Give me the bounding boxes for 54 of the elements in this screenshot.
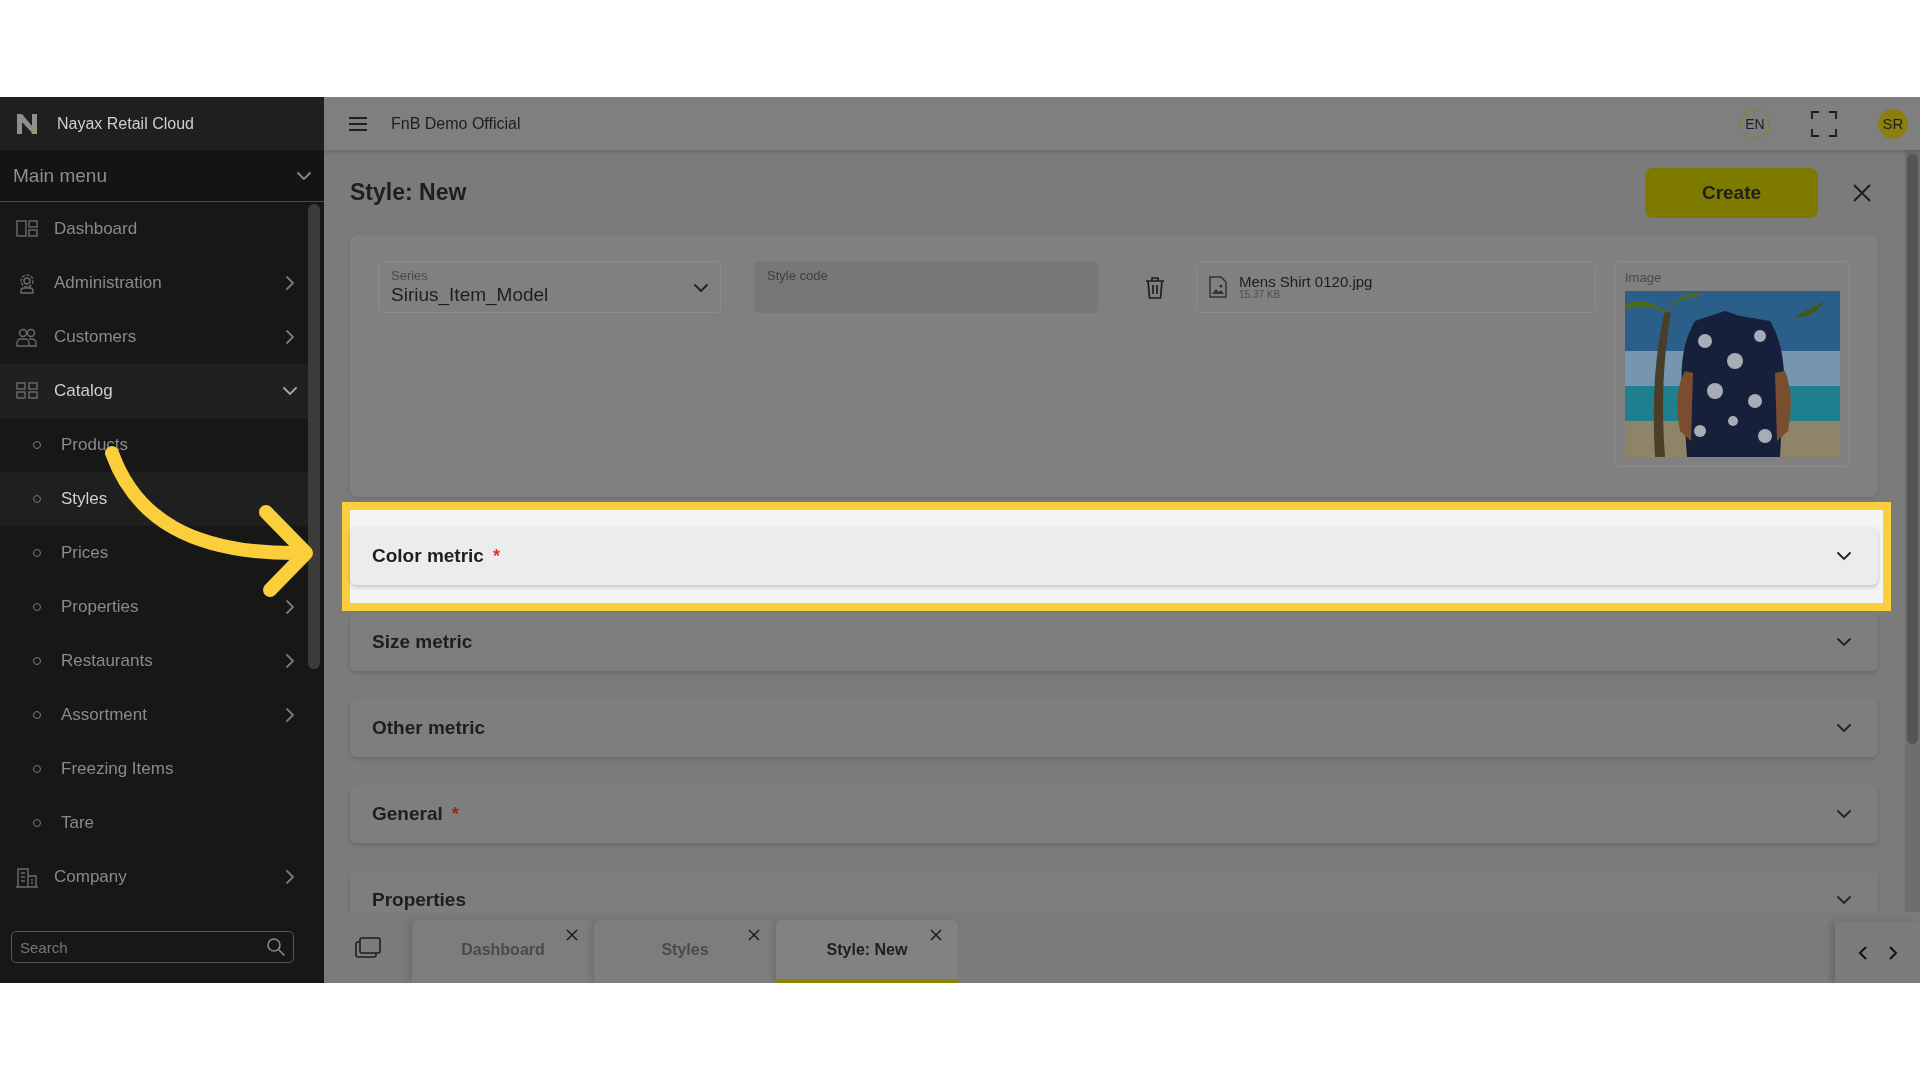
section-header[interactable]: Color metric * — [350, 527, 1878, 585]
page-title: Style: New — [350, 179, 468, 206]
menu-button[interactable] — [348, 115, 368, 132]
menu-icon — [348, 115, 368, 132]
sidebar-item[interactable]: Customers — [0, 310, 308, 364]
workspace-name: FnB Demo Official — [391, 114, 522, 133]
create-button[interactable]: Create — [1645, 167, 1818, 218]
windows-icon[interactable] — [355, 936, 381, 959]
section-header[interactable]: General * — [350, 785, 1878, 843]
section-header[interactable]: Properties — [350, 871, 1878, 912]
section-header[interactable]: Other metric — [350, 699, 1878, 757]
submenu-item[interactable]: Assortment — [0, 688, 308, 742]
section-title: Size metric — [372, 631, 473, 653]
delete-button[interactable] — [1145, 277, 1165, 299]
close-icon[interactable] — [930, 929, 942, 941]
search-field[interactable]: Search — [11, 931, 294, 963]
n-logo-icon — [16, 112, 40, 135]
submenu-item[interactable]: Styles — [0, 472, 308, 526]
section-header[interactable]: Size metric — [350, 613, 1878, 671]
required-marker: * — [451, 803, 459, 825]
close-icon — [1852, 182, 1872, 203]
field-value: Sirius_Item_Model — [391, 284, 549, 306]
close-button[interactable] — [1852, 182, 1872, 203]
grid-icon — [16, 380, 38, 402]
image-file-icon — [1209, 276, 1227, 298]
menu-title: Main menu — [13, 164, 107, 187]
submenu-item[interactable]: Restaurants — [0, 634, 308, 688]
submenu-item[interactable]: Tare — [0, 796, 308, 850]
submenu-item[interactable]: Properties — [0, 580, 308, 634]
section-title: General — [372, 803, 443, 825]
field-label: Style code — [767, 268, 828, 283]
section-title: Color metric — [372, 545, 484, 567]
trash-icon — [1145, 277, 1165, 299]
sidebar-item[interactable]: Company — [0, 850, 308, 904]
section-title: Properties — [372, 889, 466, 911]
sidebar-item[interactable]: Dashboard — [0, 202, 308, 256]
app-name: Nayax Retail Cloud — [57, 114, 194, 133]
required-marker: * — [492, 545, 500, 567]
close-icon[interactable] — [748, 929, 760, 941]
section-title: Other metric — [372, 717, 485, 739]
submenu-item[interactable]: Prices — [0, 526, 308, 580]
submenu-item[interactable]: Products — [0, 418, 308, 472]
close-icon[interactable] — [566, 929, 578, 941]
search-icon[interactable] — [266, 937, 286, 957]
sidebar-item[interactable]: Catalog — [0, 364, 308, 418]
fullscreen-icon[interactable] — [1811, 110, 1837, 137]
users-icon — [16, 326, 38, 348]
building-icon — [16, 866, 38, 888]
user-avatar[interactable]: SR — [1878, 108, 1908, 139]
file-name: Mens Shirt 0120.jpg — [1239, 274, 1373, 289]
sidebar-item[interactable]: Administration — [0, 256, 308, 310]
submenu-item[interactable]: Freezing Items — [0, 742, 308, 796]
dashboard-icon — [16, 218, 38, 240]
tab[interactable]: Style: New — [776, 920, 958, 983]
